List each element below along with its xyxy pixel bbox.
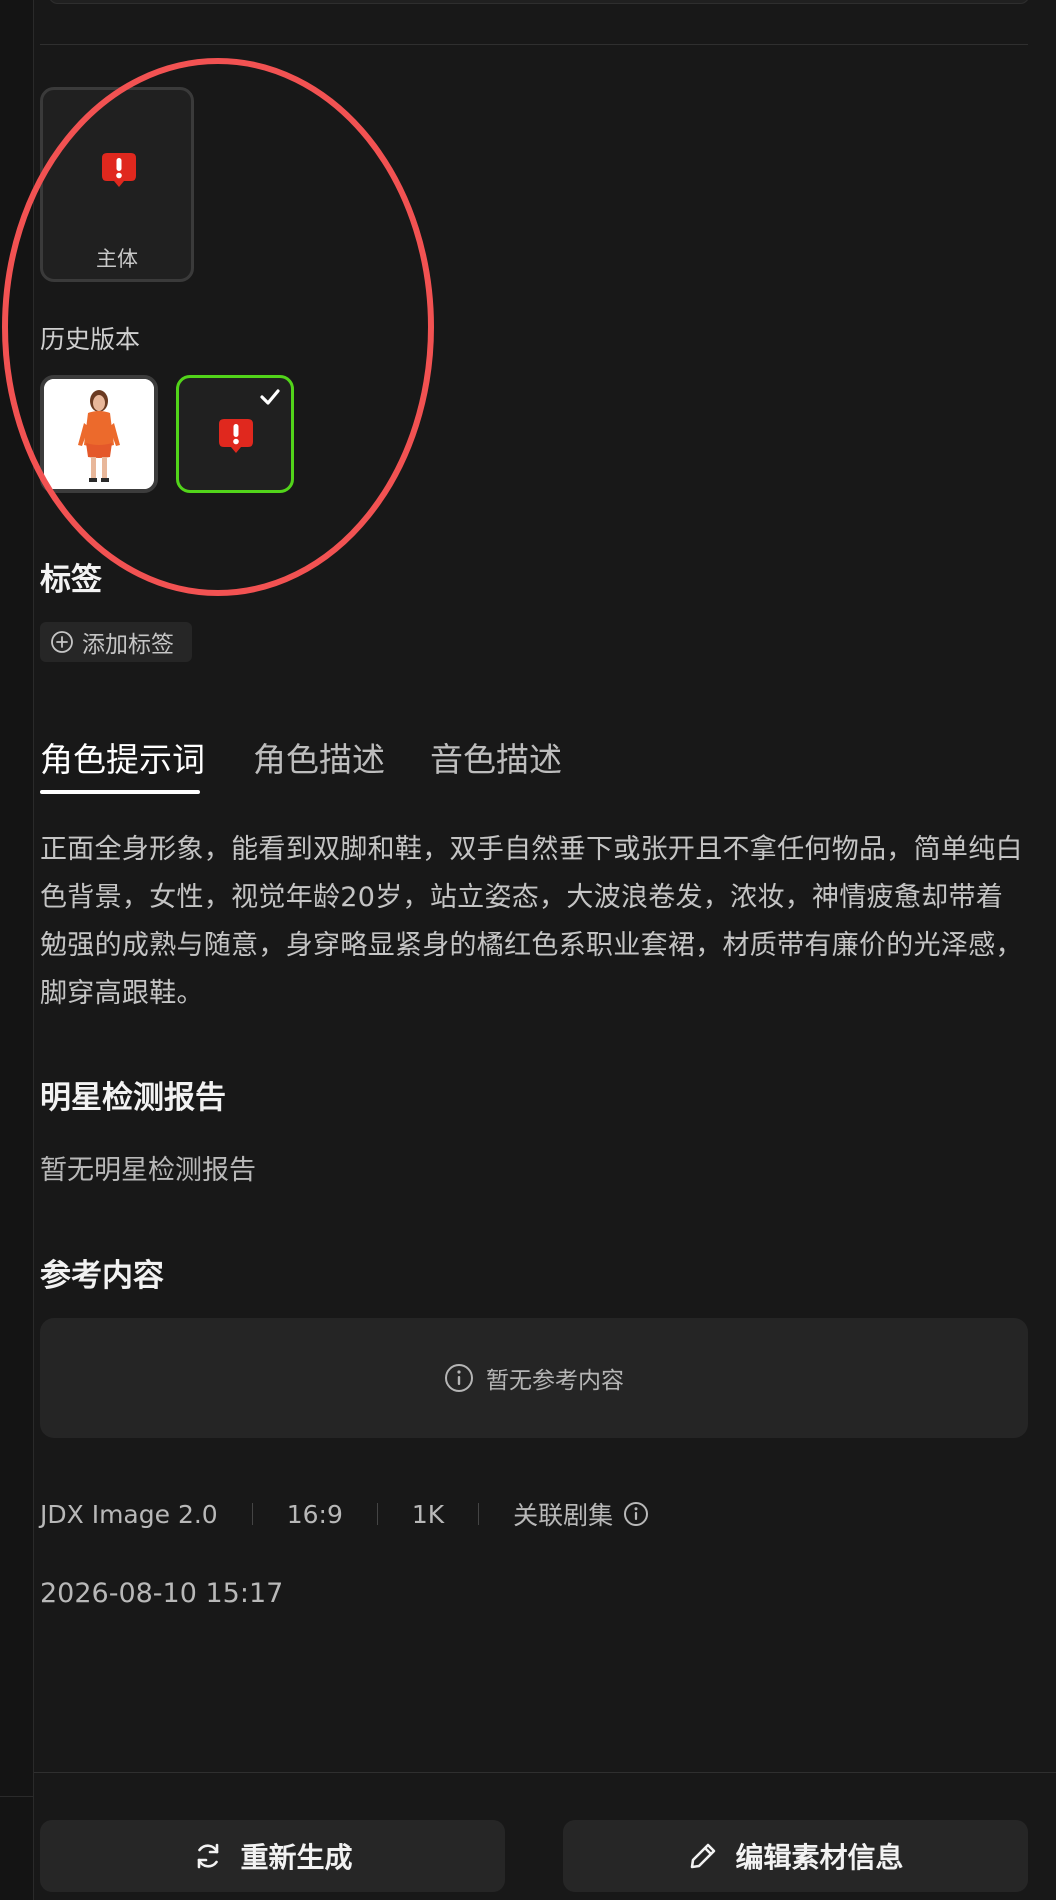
subject-card[interactable]: 主体 <box>40 87 194 282</box>
meta-separator <box>478 1503 480 1525</box>
left-rail <box>0 0 34 1900</box>
edit-asset-info-label: 编辑素材信息 <box>735 1841 904 1874</box>
info-icon[interactable] <box>623 1501 649 1527</box>
prompt-tabs: 角色提示词 角色描述 音色描述 <box>40 733 1028 795</box>
tab-voice-description[interactable]: 音色描述 <box>430 733 562 781</box>
tab-character-prompt[interactable]: 角色提示词 <box>40 733 205 781</box>
history-version-1[interactable] <box>40 375 158 493</box>
character-thumbnail <box>44 379 154 489</box>
linked-episodes-label[interactable]: 关联剧集 <box>513 1496 613 1532</box>
add-tag-label: 添加标签 <box>82 632 174 658</box>
check-icon <box>260 389 280 405</box>
created-timestamp: 2026-08-10 15:17 <box>40 1578 284 1609</box>
meta-separator <box>376 1503 378 1525</box>
generation-meta: JDX Image 2.0 16:9 1K 关联剧集 <box>40 1496 649 1532</box>
regenerate-button[interactable]: 重新生成 <box>40 1820 505 1892</box>
pencil-icon <box>691 1843 716 1869</box>
add-tag-button[interactable]: 添加标签 <box>40 622 192 662</box>
plus-circle-icon <box>51 631 73 653</box>
history-version-2-selected[interactable] <box>176 375 294 493</box>
celebrity-report-title: 明星检测报告 <box>40 1080 226 1116</box>
alert-icon <box>219 419 253 453</box>
edit-asset-info-button[interactable]: 编辑素材信息 <box>563 1820 1028 1892</box>
resolution: 1K <box>411 1499 445 1529</box>
subject-label: 主体 <box>96 247 138 271</box>
section-divider <box>40 44 1028 45</box>
tab-character-description[interactable]: 角色描述 <box>253 733 385 781</box>
model-name: JDX Image 2.0 <box>40 1499 218 1529</box>
reference-title: 参考内容 <box>40 1258 164 1294</box>
footer-divider <box>34 1772 1056 1773</box>
rail-divider <box>0 1796 33 1797</box>
top-input-box <box>48 0 1030 4</box>
aspect-ratio: 16:9 <box>286 1499 343 1529</box>
reference-empty-text: 暂无参考内容 <box>486 1368 624 1394</box>
alert-icon <box>102 153 136 187</box>
tags-title: 标签 <box>40 562 102 598</box>
history-versions-title: 历史版本 <box>40 325 141 354</box>
prompt-text: 正面全身形象，能看到双脚和鞋，双手自然垂下或张开且不拿任何物品，简单纯白色背景，… <box>40 834 1023 1009</box>
regenerate-label: 重新生成 <box>240 1841 353 1874</box>
celebrity-report-empty: 暂无明星检测报告 <box>40 1155 256 1186</box>
meta-separator <box>251 1503 253 1525</box>
reference-empty-box: 暂无参考内容 <box>40 1318 1028 1438</box>
active-tab-indicator <box>40 790 200 794</box>
info-icon <box>445 1364 473 1392</box>
refresh-icon <box>198 1843 219 1869</box>
